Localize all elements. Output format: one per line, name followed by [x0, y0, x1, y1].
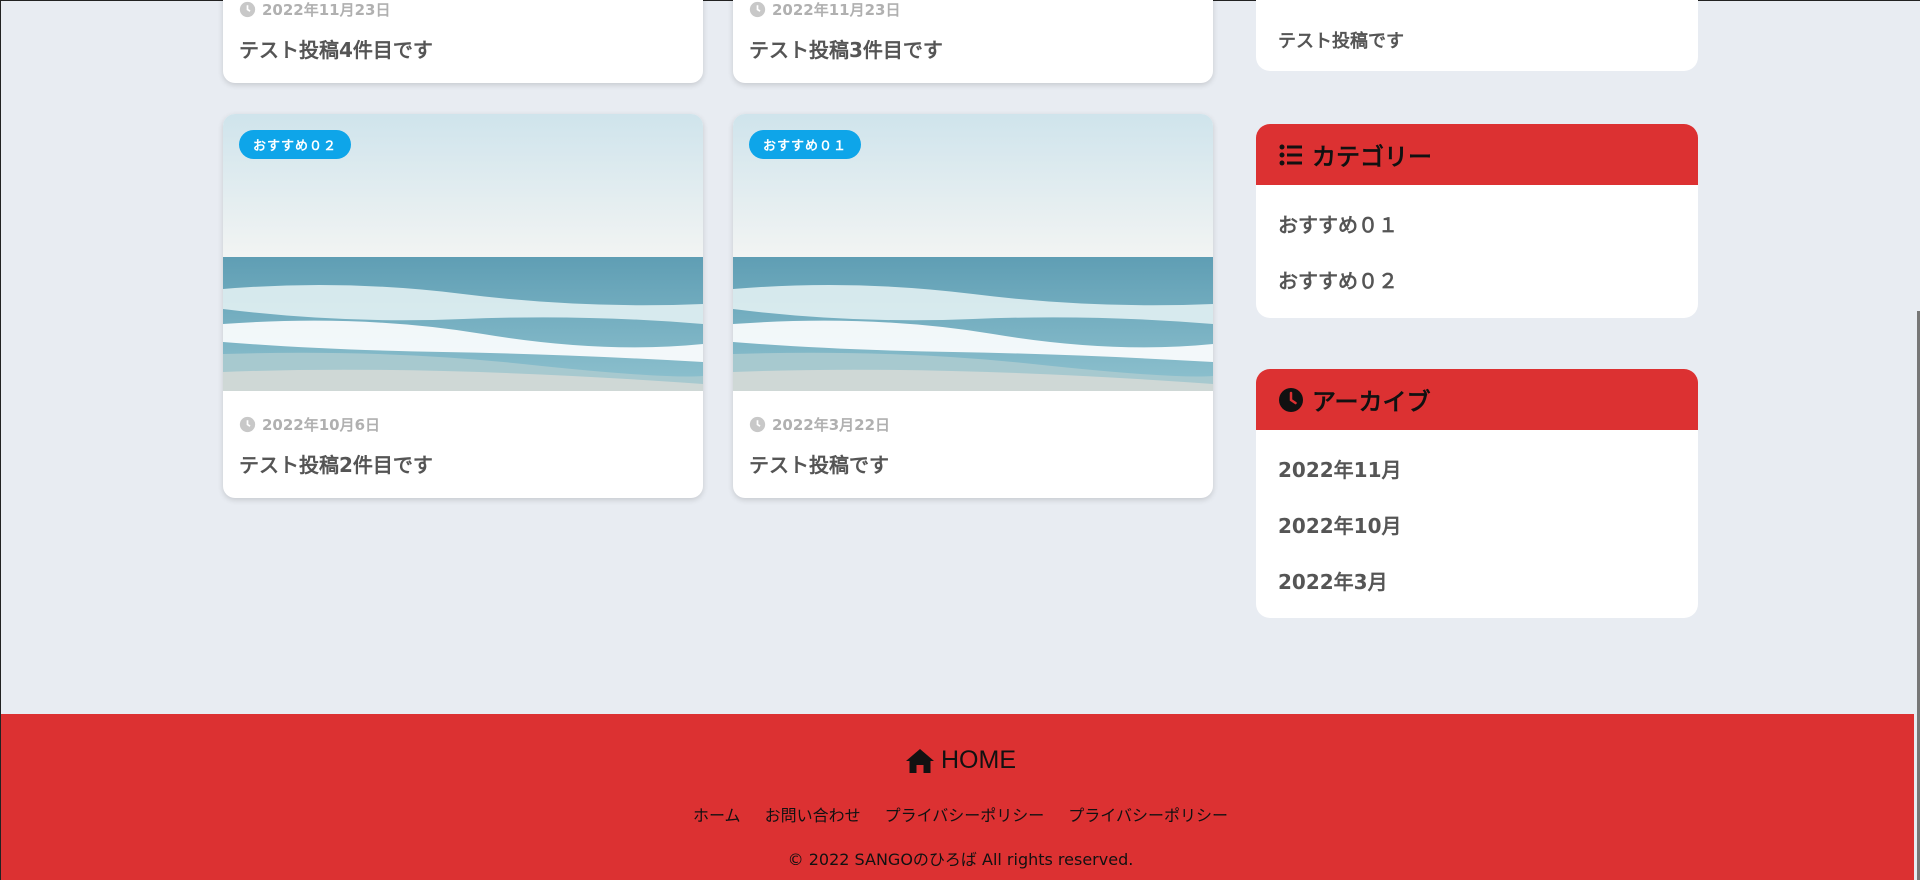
- post-thumbnail[interactable]: おすすめ０１: [733, 114, 1213, 391]
- clock-icon: [749, 1, 766, 18]
- post-thumbnail[interactable]: おすすめ０２: [223, 114, 703, 391]
- clock-icon: [1279, 387, 1303, 412]
- archives-heading: アーカイブ: [1256, 369, 1698, 430]
- clock-icon: [239, 416, 256, 433]
- archives-widget: アーカイブ 2022年11月 2022年10月 2022年3月: [1256, 369, 1698, 618]
- categories-heading: カテゴリー: [1256, 124, 1698, 185]
- post-date: 2022年11月23日: [749, 0, 901, 20]
- scrollbar[interactable]: [1914, 1, 1920, 880]
- recent-post-link[interactable]: テスト投稿です: [1278, 27, 1404, 53]
- category-link[interactable]: おすすめ０１: [1256, 195, 1698, 251]
- footer-nav-home[interactable]: ホーム: [693, 802, 741, 826]
- post-date: 2022年10月6日: [239, 414, 380, 435]
- category-badge[interactable]: おすすめ０１: [749, 130, 862, 159]
- clock-icon: [749, 416, 766, 433]
- clock-icon: [239, 1, 256, 18]
- post-title[interactable]: テスト投稿4件目です: [239, 34, 433, 63]
- post-title[interactable]: テスト投稿2件目です: [239, 449, 433, 478]
- post-card[interactable]: 2022年11月23日 テスト投稿3件目です: [733, 0, 1213, 83]
- home-icon: [906, 748, 934, 773]
- post-date: 2022年3月22日: [749, 414, 890, 435]
- site-footer: HOME ホーム お問い合わせ プライバシーポリシー プライバシーポリシー © …: [1, 714, 1920, 880]
- category-badge[interactable]: おすすめ０２: [239, 130, 352, 159]
- copyright: © 2022 SANGOのひろば All rights reserved.: [787, 850, 1134, 869]
- archive-link[interactable]: 2022年10月: [1256, 496, 1698, 552]
- footer-nav: ホーム お問い合わせ プライバシーポリシー プライバシーポリシー: [1, 802, 1920, 826]
- archive-link[interactable]: 2022年11月: [1256, 440, 1698, 496]
- archive-link[interactable]: 2022年3月: [1256, 552, 1698, 608]
- footer-home-link[interactable]: HOME: [1, 746, 1920, 775]
- post-title[interactable]: テスト投稿です: [749, 449, 889, 478]
- post-card[interactable]: おすすめ０１ 2022年3月22日 テスト投稿です: [733, 114, 1213, 498]
- footer-nav-privacy[interactable]: プライバシーポリシー: [885, 802, 1045, 826]
- categories-widget: カテゴリー おすすめ０１ おすすめ０２: [1256, 124, 1698, 318]
- post-card[interactable]: おすすめ０２ 2022年10月6日 テスト投稿2件目です: [223, 114, 703, 498]
- post-date: 2022年11月23日: [239, 0, 391, 20]
- post-card[interactable]: 2022年11月23日 テスト投稿4件目です: [223, 0, 703, 83]
- footer-nav-privacy-2[interactable]: プライバシーポリシー: [1068, 802, 1228, 826]
- recent-posts-widget: テスト投稿です: [1256, 0, 1698, 71]
- category-link[interactable]: おすすめ０２: [1256, 251, 1698, 307]
- footer-nav-contact[interactable]: お問い合わせ: [765, 802, 861, 826]
- list-icon: [1279, 144, 1302, 165]
- post-title[interactable]: テスト投稿3件目です: [749, 34, 943, 63]
